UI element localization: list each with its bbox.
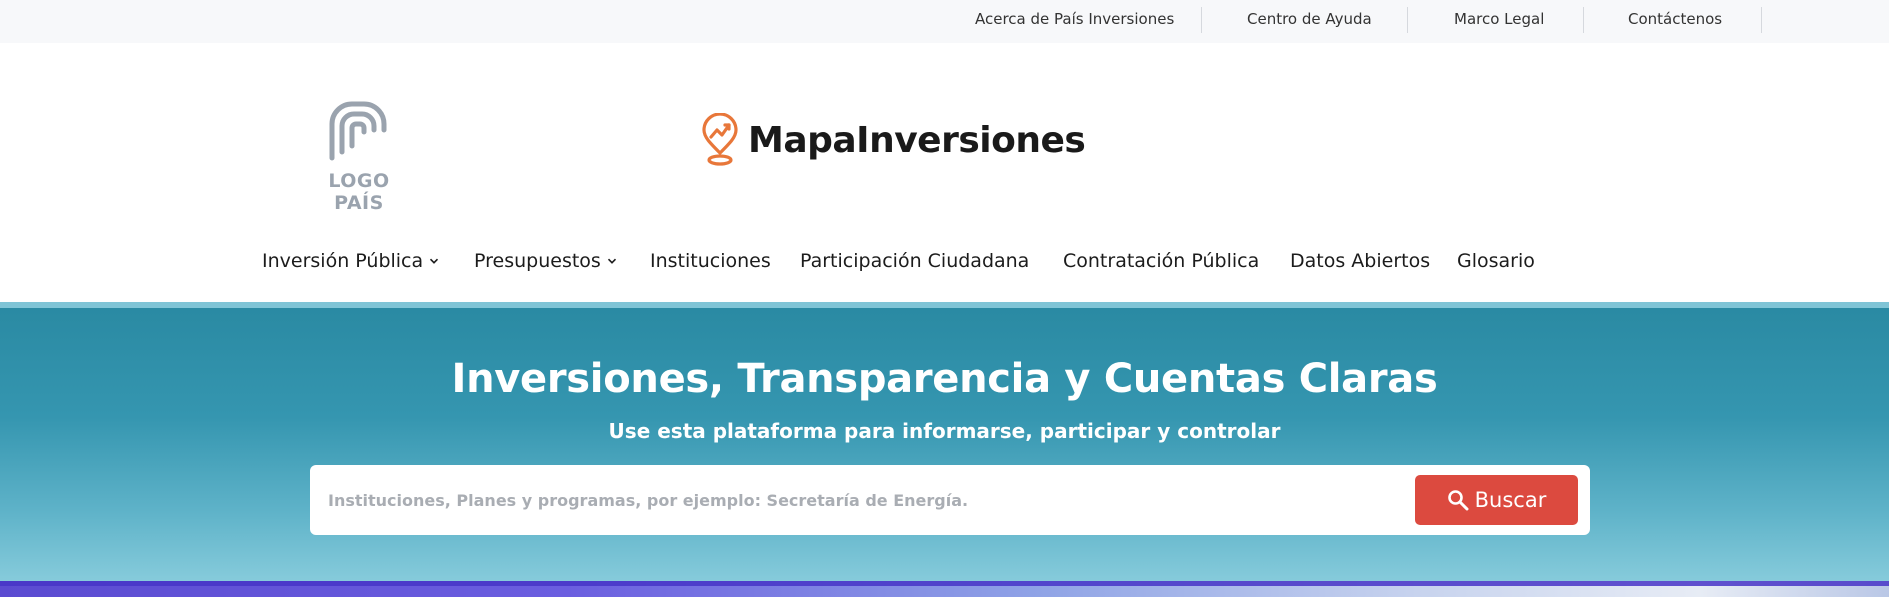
nav-item-label: Presupuestos: [474, 250, 601, 272]
top-separator: [1583, 7, 1584, 33]
top-utility-bar: Acerca de País Inversiones Centro de Ayu…: [0, 0, 1889, 43]
nav-item-label: Inversión Pública: [262, 250, 424, 272]
nav-item-instituciones[interactable]: Instituciones: [650, 250, 771, 272]
map-pin-icon: [702, 113, 738, 166]
nav-item-participacion-ciudadana[interactable]: Participación Ciudadana: [800, 250, 1029, 272]
nav-item-label: Glosario: [1457, 250, 1535, 272]
top-link-about[interactable]: Acerca de País Inversiones: [975, 10, 1174, 28]
country-logo-text: LOGO PAÍS: [328, 170, 390, 214]
top-separator: [1407, 7, 1408, 33]
hero-title: Inversiones, Transparencia y Cuentas Cla…: [451, 356, 1438, 402]
search-bar: Buscar: [310, 465, 1590, 535]
country-logo[interactable]: LOGO PAÍS: [300, 100, 418, 214]
nav-item-label: Instituciones: [650, 250, 771, 272]
nav-item-glosario[interactable]: Glosario: [1457, 250, 1535, 272]
top-link-contact[interactable]: Contáctenos: [1628, 10, 1722, 28]
nav-item-label: Participación Ciudadana: [800, 250, 1030, 272]
nav-item-contratacion-publica[interactable]: Contratación Pública: [1063, 250, 1259, 272]
top-separator: [1201, 7, 1202, 33]
brand-logo[interactable]: MapaInversiones: [700, 112, 1086, 168]
search-button-label: Buscar: [1474, 488, 1547, 512]
hero-subtitle: Use esta plataforma para informarse, par…: [608, 419, 1281, 443]
top-separator: [1761, 7, 1762, 33]
hero-banner: Inversiones, Transparencia y Cuentas Cla…: [0, 308, 1889, 581]
decorative-image-strip: [0, 581, 1889, 597]
top-link-legal[interactable]: Marco Legal: [1454, 10, 1544, 28]
nav-item-label: Datos Abiertos: [1290, 250, 1431, 272]
nav-item-label: Contratación Pública: [1063, 250, 1260, 272]
chevron-down-icon: [430, 258, 439, 264]
chevron-down-icon: [607, 258, 616, 264]
brand-name: MapaInversiones: [748, 119, 1086, 161]
top-link-help-center[interactable]: Centro de Ayuda: [1247, 10, 1372, 28]
main-navigation: Inversión Pública Presupuestos Instituci…: [0, 246, 1889, 278]
nav-item-presupuestos[interactable]: Presupuestos: [474, 250, 617, 272]
nav-item-inversion-publica[interactable]: Inversión Pública: [262, 250, 439, 272]
search-input[interactable]: [328, 479, 1408, 521]
country-logo-mark-icon: [329, 101, 387, 161]
search-button[interactable]: Buscar: [1415, 475, 1578, 525]
search-icon: [1447, 490, 1469, 511]
nav-item-datos-abiertos[interactable]: Datos Abiertos: [1290, 250, 1430, 272]
